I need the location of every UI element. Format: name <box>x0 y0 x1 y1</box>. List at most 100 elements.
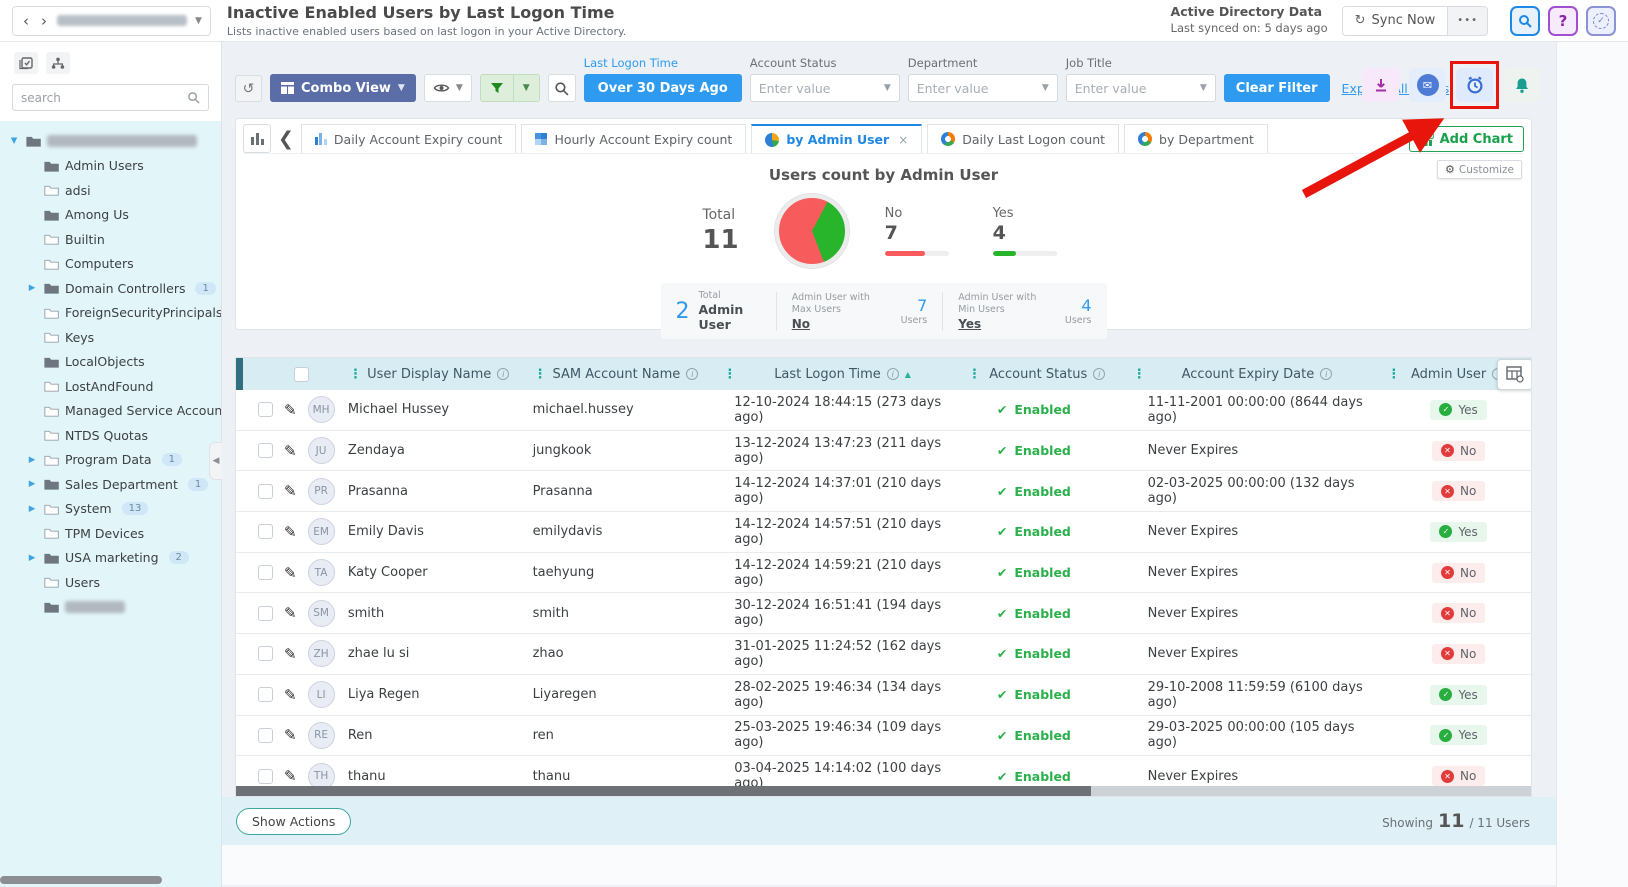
scrollbar-thumb[interactable] <box>236 786 1091 796</box>
chart-tab[interactable]: Hourly Account Expiry count <box>521 124 746 153</box>
edit-icon[interactable]: ✎ <box>284 482 297 500</box>
column-drag-icon[interactable]: ⋮ <box>534 367 547 382</box>
expand-arrow-icon[interactable]: ▼ <box>8 136 20 146</box>
max-user-link[interactable]: No <box>792 317 892 331</box>
edit-icon[interactable]: ✎ <box>284 564 297 582</box>
edit-icon[interactable]: ✎ <box>284 523 297 541</box>
table-row[interactable]: ✎ MH Michael Hussey michael.hussey 12-10… <box>236 390 1531 431</box>
table-row[interactable]: ✎ PR Prasanna Prasanna 14-12-2024 14:37:… <box>236 471 1531 512</box>
min-user-link[interactable]: Yes <box>958 317 1056 331</box>
table-row[interactable]: ✎ RE Ren ren 25-03-2025 19:46:34 (109 da… <box>236 716 1531 757</box>
table-row[interactable]: ✎ JU Zendaya jungkook 13-12-2024 13:47:2… <box>236 431 1531 472</box>
chart-tab[interactable]: Daily Account Expiry count <box>301 124 517 153</box>
chart-tab[interactable]: by Admin User × <box>751 124 922 153</box>
tree-item[interactable]: Computers <box>4 252 221 277</box>
sync-more-button[interactable]: ••• <box>1447 7 1487 35</box>
forward-icon[interactable]: › <box>39 12 49 30</box>
table-row[interactable]: ✎ TA Katy Cooper taehyung 14-12-2024 14:… <box>236 553 1531 594</box>
horizontal-scrollbar[interactable] <box>236 786 1531 796</box>
col-sam-account-name[interactable]: SAM Account Name <box>553 367 681 382</box>
tree-item[interactable]: ▶ Program Data 1 <box>4 448 221 473</box>
sidebar-search[interactable] <box>12 84 209 111</box>
edit-icon[interactable]: ✎ <box>284 604 297 622</box>
expand-arrow-icon[interactable]: ▶ <box>26 504 38 514</box>
chart-tab[interactable]: Daily Last Logon count <box>927 124 1119 153</box>
table-row[interactable]: ✎ EM Emily Davis emilydavis 14-12-2024 1… <box>236 512 1531 553</box>
tree-item[interactable]: ▶ Sales Department 1 <box>4 472 221 497</box>
ou-tree-button[interactable] <box>46 52 70 74</box>
schedule-alert-button[interactable] <box>1456 68 1493 102</box>
tree-item[interactable]: Users <box>4 570 221 595</box>
row-checkbox[interactable] <box>258 443 273 458</box>
row-checkbox[interactable] <box>258 606 273 621</box>
table-row[interactable]: ✎ SM smith smith 30-12-2024 16:51:41 (19… <box>236 593 1531 634</box>
global-search-button[interactable] <box>1510 6 1540 36</box>
sidebar-search-input[interactable] <box>21 91 187 105</box>
row-checkbox[interactable] <box>258 728 273 743</box>
filter-button[interactable]: ▼ <box>480 74 540 102</box>
tree-item[interactable]: adsi <box>4 178 221 203</box>
back-icon[interactable]: ‹ <box>21 12 31 30</box>
column-chooser-button[interactable] <box>1497 359 1532 390</box>
feedback-button[interactable]: ✉ <box>1409 68 1446 102</box>
tree-item[interactable]: ForeignSecurityPrincipals <box>4 301 221 326</box>
tree-item[interactable]: ▶ System 13 <box>4 497 221 522</box>
job-title-select[interactable]: Enter value▼ <box>1066 74 1216 102</box>
col-admin-user[interactable]: Admin User <box>1411 367 1486 382</box>
edit-icon[interactable]: ✎ <box>284 442 297 460</box>
chart-type-button[interactable] <box>243 124 271 153</box>
combo-view-dropdown[interactable]: Combo View ▼ <box>270 74 416 102</box>
edit-icon[interactable]: ✎ <box>284 645 297 663</box>
row-checkbox[interactable] <box>258 565 273 580</box>
row-checkbox[interactable] <box>258 646 273 661</box>
table-search-button[interactable] <box>548 74 576 102</box>
col-account-status[interactable]: Account Status <box>989 367 1087 382</box>
audit-button[interactable]: ✓ <box>1586 6 1616 36</box>
pie-chart[interactable] <box>775 194 849 268</box>
expand-arrow-icon[interactable]: ▶ <box>26 479 38 489</box>
row-checkbox[interactable] <box>258 687 273 702</box>
tree-item[interactable]: Among Us <box>4 203 221 228</box>
tree-item[interactable]: ▶ Domain Controllers 1 <box>4 276 221 301</box>
column-drag-icon[interactable]: ⋮ <box>723 367 736 382</box>
help-button[interactable]: ? <box>1548 6 1578 36</box>
tree-item[interactable]: NTDS Quotas <box>4 423 221 448</box>
add-chart-button[interactable]: Add Chart <box>1409 126 1524 152</box>
tree-item[interactable]: Builtin <box>4 227 221 252</box>
tree-item[interactable]: ▶ USA marketing 2 <box>4 546 221 571</box>
column-drag-icon[interactable]: ⋮ <box>1387 367 1400 382</box>
expand-arrow-icon[interactable]: ▶ <box>26 283 38 293</box>
notifications-button[interactable] <box>1503 68 1540 102</box>
reset-view-button[interactable]: ↺ <box>235 75 262 102</box>
col-last-logon-time[interactable]: Last Logon Time <box>774 367 881 382</box>
view-columns-button[interactable]: ▼ <box>424 74 472 102</box>
export-report-button[interactable] <box>1362 68 1399 102</box>
edit-icon[interactable]: ✎ <box>284 686 297 704</box>
row-checkbox[interactable] <box>258 402 273 417</box>
tree-item[interactable]: Admin Users <box>4 154 221 179</box>
col-account-expiry-date[interactable]: Account Expiry Date <box>1182 367 1315 382</box>
tree-item[interactable]: LocalObjects <box>4 350 221 375</box>
expand-arrow-icon[interactable]: ▶ <box>26 553 38 563</box>
sidebar-collapse-handle[interactable]: ◀ <box>209 442 222 480</box>
tree-item[interactable] <box>4 595 221 620</box>
col-user-display-name[interactable]: User Display Name <box>367 367 491 382</box>
tree-item[interactable]: ▼ <box>4 129 221 154</box>
tree-item[interactable]: Keys <box>4 325 221 350</box>
close-icon[interactable]: × <box>898 133 908 147</box>
sync-now-button[interactable]: ↻ Sync Now <box>1343 7 1448 35</box>
table-row[interactable]: ✎ ZH zhae lu si zhao 31-01-2025 11:24:52… <box>236 634 1531 675</box>
column-drag-icon[interactable]: ⋮ <box>349 367 362 382</box>
row-checkbox[interactable] <box>258 484 273 499</box>
tree-item[interactable]: TPM Devices <box>4 521 221 546</box>
table-row[interactable]: ✎ LI Liya Regen Liyaregen 28-02-2025 19:… <box>236 675 1531 716</box>
domain-switcher[interactable]: ‹ › ▼ <box>12 6 211 36</box>
multi-select-button[interactable] <box>14 52 38 74</box>
tabs-scroll-left-icon[interactable]: ❮ <box>278 124 294 153</box>
edit-icon[interactable]: ✎ <box>284 401 297 419</box>
tree-item[interactable]: LostAndFound <box>4 374 221 399</box>
edit-icon[interactable]: ✎ <box>284 767 297 785</box>
chevron-down-icon[interactable]: ▼ <box>195 16 202 26</box>
show-actions-button[interactable]: Show Actions <box>236 808 351 835</box>
sort-asc-icon[interactable]: ▲ <box>905 370 911 379</box>
